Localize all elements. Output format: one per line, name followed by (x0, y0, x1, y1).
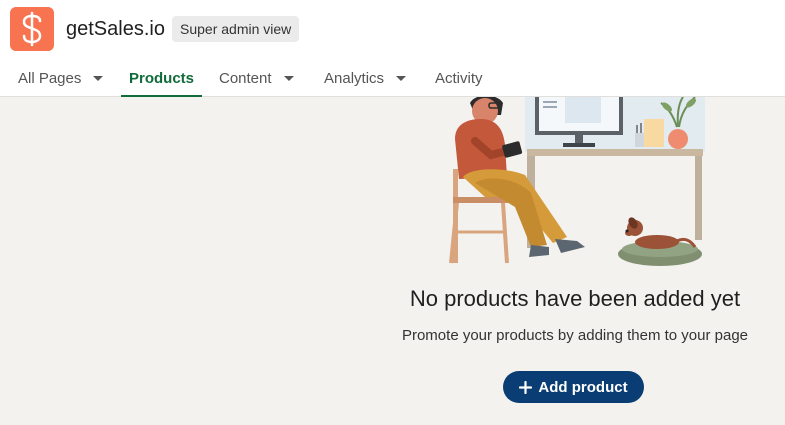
add-product-label: Add product (538, 378, 628, 396)
plus-icon (519, 380, 533, 394)
top-header: getSales.io Super admin view All Pages P… (0, 0, 785, 97)
chevron-down-icon (93, 76, 104, 81)
empty-state-illustration (449, 97, 705, 266)
tab-label: Analytics (324, 70, 385, 87)
add-product-button[interactable]: Add product (503, 371, 644, 403)
tab-label: Content (219, 70, 272, 87)
app-logo[interactable] (10, 7, 54, 51)
tab-label: Products (129, 70, 195, 87)
tab-analytics[interactable]: Analytics (324, 62, 407, 97)
chevron-down-icon (396, 76, 407, 81)
tab-products[interactable]: Products (121, 62, 203, 97)
desk (527, 149, 703, 156)
chevron-down-icon (283, 76, 294, 81)
nav-tabs: All Pages Products Content Analytics Act… (0, 62, 785, 97)
empty-state-title: No products have been added yet (409, 286, 741, 311)
dollar-sign-icon (22, 11, 42, 47)
empty-state-subtitle: Promote your products by adding them to … (401, 327, 749, 344)
tab-content[interactable]: Content (219, 62, 294, 97)
tab-label: Activity (435, 70, 483, 87)
app-name: getSales.io (66, 18, 165, 40)
super-admin-badge: Super admin view (172, 16, 300, 42)
tab-activity[interactable]: Activity (435, 62, 483, 97)
tab-label: All Pages (18, 70, 82, 87)
tab-all-pages[interactable]: All Pages (18, 62, 104, 97)
